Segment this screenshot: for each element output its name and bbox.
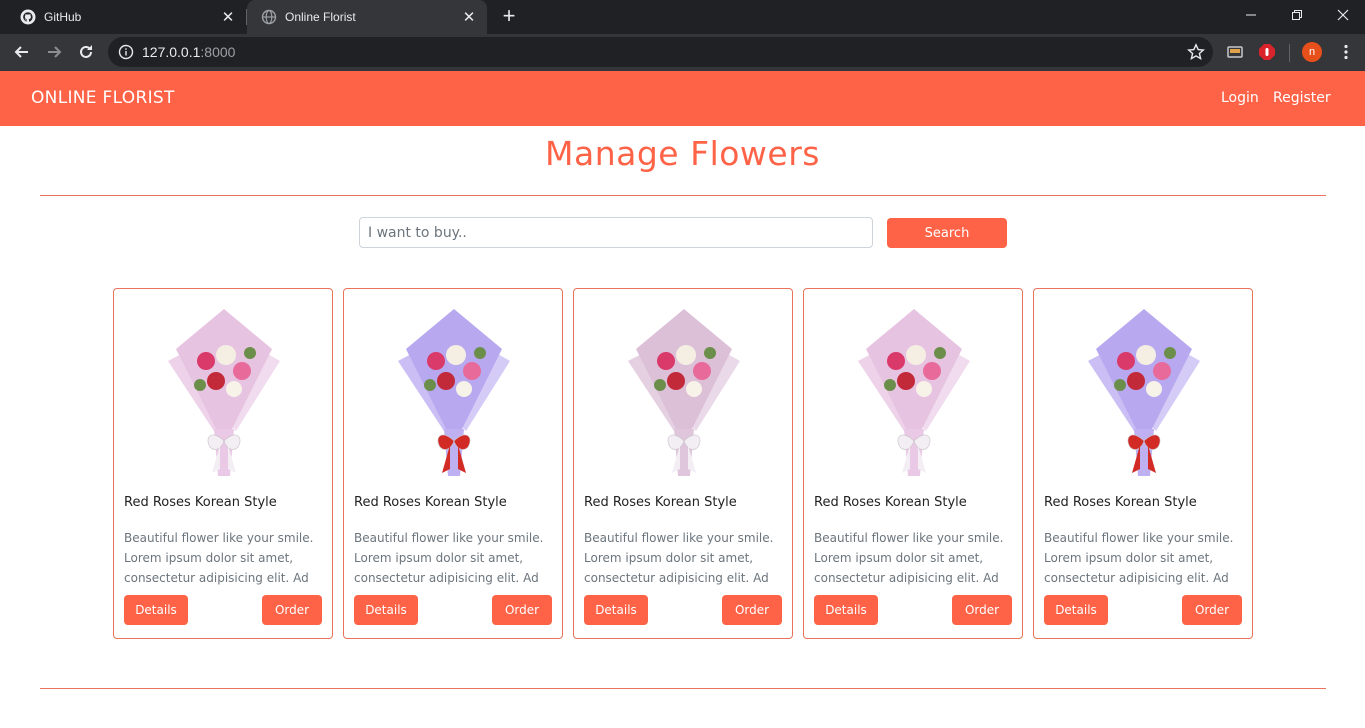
page-title: Manage Flowers bbox=[545, 134, 820, 173]
product-description: Beautiful flower like your smile. Lorem … bbox=[124, 531, 314, 585]
cast-icon[interactable] bbox=[1226, 43, 1244, 61]
bouquet-image bbox=[168, 309, 280, 476]
details-button[interactable]: Details bbox=[584, 595, 648, 625]
product-card: Red Roses Korean Style Beautiful flower l… bbox=[803, 288, 1023, 639]
register-link[interactable]: Register bbox=[1273, 90, 1331, 106]
new-tab-icon[interactable]: + bbox=[497, 5, 521, 29]
divider bbox=[40, 688, 1326, 689]
tab-online-florist[interactable]: Online Florist ✕ bbox=[247, 0, 487, 34]
globe-icon bbox=[261, 9, 277, 25]
product-description: Beautiful flower like your smile. Lorem … bbox=[354, 531, 544, 585]
github-icon bbox=[20, 9, 36, 25]
bouquet-image bbox=[398, 309, 510, 476]
url-host: 127.0.0.1 bbox=[142, 44, 201, 60]
product-card: Red Roses Korean Style Beautiful flower l… bbox=[343, 288, 563, 639]
tab-title: GitHub bbox=[44, 10, 82, 24]
url-port: :8000 bbox=[200, 44, 236, 60]
order-button[interactable]: Order bbox=[952, 595, 1012, 625]
site-navbar: ONLINE FLORIST Login Register bbox=[0, 71, 1365, 126]
product-name: Red Roses Korean Style bbox=[354, 495, 507, 510]
product-description: Beautiful flower like your smile. Lorem … bbox=[814, 531, 1004, 585]
star-icon[interactable] bbox=[1187, 43, 1205, 61]
bouquet-image bbox=[628, 309, 740, 476]
browser-toolbar: 127.0.0.1:8000 n bbox=[0, 34, 1365, 71]
product-card: Red Roses Korean Style Beautiful flower l… bbox=[1033, 288, 1253, 639]
close-icon[interactable]: ✕ bbox=[459, 7, 479, 27]
login-link[interactable]: Login bbox=[1221, 90, 1259, 106]
order-button[interactable]: Order bbox=[262, 595, 322, 625]
restore-icon[interactable] bbox=[1274, 0, 1320, 30]
product-description: Beautiful flower like your smile. Lorem … bbox=[1044, 531, 1234, 585]
product-card: Red Roses Korean Style Beautiful flower l… bbox=[573, 288, 793, 639]
back-icon[interactable] bbox=[8, 38, 36, 66]
search-button[interactable]: Search bbox=[887, 218, 1007, 248]
toolbar-separator bbox=[1289, 44, 1290, 62]
product-card: Red Roses Korean Style Beautiful flower l… bbox=[113, 288, 333, 639]
product-description: Beautiful flower like your smile. Lorem … bbox=[584, 531, 774, 585]
product-name: Red Roses Korean Style bbox=[814, 495, 967, 510]
order-button[interactable]: Order bbox=[492, 595, 552, 625]
order-button[interactable]: Order bbox=[722, 595, 782, 625]
adblock-icon[interactable] bbox=[1258, 43, 1276, 61]
window-close-icon[interactable] bbox=[1320, 0, 1365, 30]
divider bbox=[40, 195, 1326, 196]
reload-icon[interactable] bbox=[72, 38, 100, 66]
details-button[interactable]: Details bbox=[814, 595, 878, 625]
minimize-icon[interactable] bbox=[1228, 0, 1274, 30]
brand-link[interactable]: ONLINE FLORIST bbox=[31, 88, 175, 108]
info-icon[interactable] bbox=[118, 44, 134, 60]
details-button[interactable]: Details bbox=[1044, 595, 1108, 625]
order-button[interactable]: Order bbox=[1182, 595, 1242, 625]
product-name: Red Roses Korean Style bbox=[124, 495, 277, 510]
details-button[interactable]: Details bbox=[124, 595, 188, 625]
tab-github[interactable]: GitHub ✕ bbox=[6, 0, 246, 34]
bouquet-image bbox=[858, 309, 970, 476]
tab-title: Online Florist bbox=[285, 10, 356, 24]
browser-tab-bar: GitHub ✕ Online Florist ✕ + bbox=[0, 0, 1365, 34]
menu-icon[interactable] bbox=[1337, 43, 1355, 61]
url-text[interactable]: 127.0.0.1:8000 bbox=[142, 44, 235, 60]
close-icon[interactable]: ✕ bbox=[218, 7, 238, 27]
forward-icon[interactable] bbox=[40, 38, 68, 66]
bouquet-image bbox=[1088, 309, 1200, 476]
product-name: Red Roses Korean Style bbox=[1044, 495, 1197, 510]
product-name: Red Roses Korean Style bbox=[584, 495, 737, 510]
search-input[interactable] bbox=[359, 217, 873, 248]
profile-avatar[interactable]: n bbox=[1302, 42, 1322, 62]
address-bar[interactable]: 127.0.0.1:8000 bbox=[108, 37, 1213, 67]
details-button[interactable]: Details bbox=[354, 595, 418, 625]
